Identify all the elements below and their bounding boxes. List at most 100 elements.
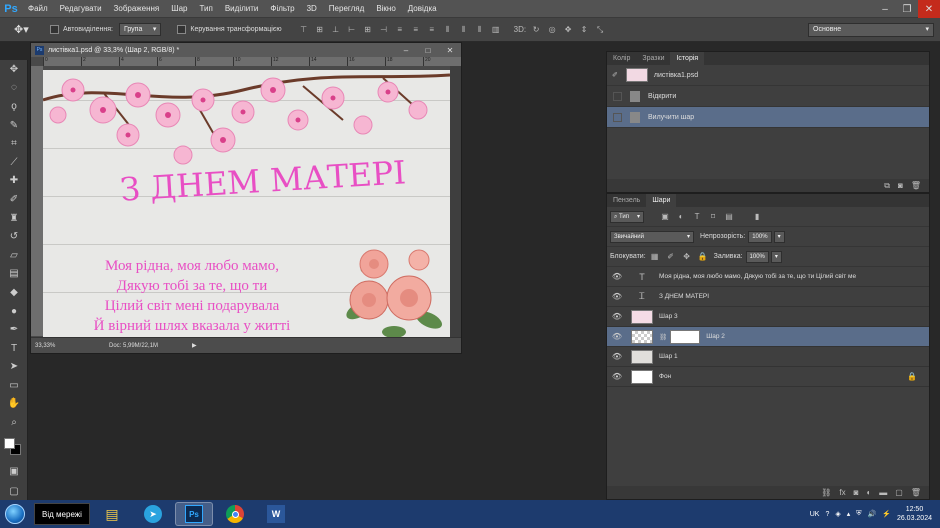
- menu-select[interactable]: Виділити: [219, 0, 265, 18]
- status-menu-arrow-icon[interactable]: ▶: [192, 342, 197, 349]
- volume-icon[interactable]: 🔊: [868, 510, 877, 518]
- history-brush-tool-icon[interactable]: ↺: [0, 227, 28, 246]
- new-group-icon[interactable]: ▬: [879, 488, 887, 497]
- layer-row[interactable]: 👁 ⛓ Шар 2: [607, 327, 929, 347]
- vertical-ruler[interactable]: [31, 66, 43, 336]
- delete-layer-icon[interactable]: 🗑: [911, 488, 921, 497]
- history-item[interactable]: Вилучити шар: [607, 107, 929, 128]
- history-item[interactable]: Відкрити: [607, 86, 929, 107]
- dodge-tool-icon[interactable]: ●: [0, 302, 28, 321]
- blur-tool-icon[interactable]: ◆: [0, 283, 28, 302]
- distribute-right-icon[interactable]: ⦀: [474, 24, 486, 36]
- add-mask-icon[interactable]: ◙: [854, 488, 859, 497]
- auto-select-checkbox[interactable]: [50, 25, 59, 34]
- help-icon[interactable]: ?: [825, 511, 829, 518]
- visibility-eye-icon[interactable]: 👁: [607, 292, 627, 301]
- marquee-tool-icon[interactable]: ◌: [0, 79, 28, 98]
- chevron-up-icon[interactable]: ▴: [847, 510, 851, 518]
- align-bottom-icon[interactable]: ⊥: [330, 24, 342, 36]
- type-tool-icon[interactable]: T: [0, 339, 28, 358]
- auto-select-dropdown[interactable]: Група: [118, 23, 162, 36]
- menu-filter[interactable]: Фільтр: [264, 0, 300, 18]
- maximize-icon[interactable]: ❐: [896, 0, 918, 18]
- visibility-eye-icon[interactable]: 👁: [607, 352, 627, 361]
- auto-align-icon[interactable]: ▥: [490, 24, 502, 36]
- lock-image-icon[interactable]: ✐: [666, 252, 676, 262]
- 3d-pan-icon[interactable]: ✥: [562, 24, 574, 36]
- distribute-hcenter-icon[interactable]: ⦀: [458, 24, 470, 36]
- new-layer-icon[interactable]: ▢: [895, 488, 903, 497]
- screen-mode-icon[interactable]: ▢: [0, 482, 28, 501]
- close-icon[interactable]: ✕: [918, 0, 940, 18]
- visibility-eye-icon[interactable]: 👁: [607, 372, 627, 381]
- distribute-bottom-icon[interactable]: ≡: [426, 24, 438, 36]
- network-icon[interactable]: ◈: [835, 510, 840, 518]
- word-icon[interactable]: W: [257, 502, 295, 526]
- new-document-from-state-icon[interactable]: ⧉: [884, 181, 890, 191]
- shield-icon[interactable]: ⛨: [856, 510, 861, 518]
- document-tab[interactable]: Ps листівка1.psd @ 33,3% (Шар 2, RGB/8) …: [31, 43, 461, 57]
- create-snapshot-icon[interactable]: ◙: [898, 181, 903, 190]
- layer-row[interactable]: 👁 Ꮖ З ДНЕМ МАТЕРІ: [607, 287, 929, 307]
- menu-view[interactable]: Перегляд: [323, 0, 371, 18]
- path-select-tool-icon[interactable]: ➤: [0, 358, 28, 377]
- clock[interactable]: 12:50 26.03.2024: [897, 505, 932, 523]
- photoshop-taskbar-icon[interactable]: Ps: [175, 502, 213, 526]
- pen-tool-icon[interactable]: ✒: [0, 320, 28, 339]
- distribute-vcenter-icon[interactable]: ≡: [410, 24, 422, 36]
- eyedropper-tool-icon[interactable]: ⟋: [0, 153, 28, 172]
- menu-help[interactable]: Довідка: [402, 0, 443, 18]
- crop-tool-icon[interactable]: ⌗: [0, 134, 28, 153]
- adjustment-layer-icon[interactable]: ◐: [866, 488, 871, 497]
- menu-3d[interactable]: 3D: [301, 0, 323, 18]
- layer-mask-thumbnail[interactable]: [670, 329, 701, 344]
- tab-color[interactable]: Колір: [607, 52, 636, 65]
- power-icon[interactable]: ⚡: [882, 510, 891, 518]
- filter-type-icon[interactable]: T: [692, 212, 702, 222]
- link-layers-icon[interactable]: ⛓: [821, 488, 831, 497]
- tab-history[interactable]: Історія: [670, 52, 705, 65]
- filter-shape-icon[interactable]: ⌑: [708, 212, 718, 222]
- menu-edit[interactable]: Редагувати: [54, 0, 108, 18]
- visibility-eye-icon[interactable]: 👁: [607, 272, 627, 281]
- doc-close-icon[interactable]: ✕: [439, 43, 461, 57]
- fill-slider-icon[interactable]: ▾: [770, 250, 782, 263]
- gradient-tool-icon[interactable]: ▤: [0, 265, 28, 284]
- layer-row[interactable]: 👁 Фон 🔒: [607, 367, 929, 387]
- zoom-level[interactable]: 33,33%: [31, 343, 71, 349]
- telegram-icon[interactable]: ➤: [134, 502, 172, 526]
- layer-row[interactable]: 👁 Шар 1: [607, 347, 929, 367]
- filter-smart-object-icon[interactable]: ▤: [724, 212, 734, 222]
- 3d-roll-icon[interactable]: ◎: [546, 24, 558, 36]
- 3d-slide-icon[interactable]: ⇕: [578, 24, 590, 36]
- doc-minimize-icon[interactable]: –: [395, 43, 417, 57]
- distribute-left-icon[interactable]: ⦀: [442, 24, 454, 36]
- transform-controls-checkbox[interactable]: [177, 25, 187, 34]
- menu-window[interactable]: Вікно: [370, 0, 401, 18]
- file-explorer-icon[interactable]: ▤: [93, 502, 131, 526]
- mask-link-icon[interactable]: ⛓: [659, 333, 667, 341]
- healing-brush-tool-icon[interactable]: ✚: [0, 172, 28, 191]
- blend-mode-dropdown[interactable]: Звичайний: [610, 230, 694, 243]
- distribute-top-icon[interactable]: ≡: [394, 24, 406, 36]
- image-canvas[interactable]: З ДНЕМ МАТЕРІ Моя рідна, моя любо мамо, …: [43, 70, 450, 337]
- zoom-tool-icon[interactable]: ⌕: [0, 413, 28, 432]
- layer-filter-dropdown[interactable]: ⌕ Тип: [610, 210, 645, 223]
- workspace-dropdown[interactable]: Основне: [808, 23, 934, 37]
- tab-brush[interactable]: Пензель: [607, 194, 646, 207]
- eraser-tool-icon[interactable]: ▱: [0, 246, 28, 265]
- layer-row[interactable]: 👁 Шар 3: [607, 307, 929, 327]
- history-snapshot[interactable]: ✐ листівка1.psd: [607, 65, 929, 86]
- align-hcenter-icon[interactable]: ⊞: [362, 24, 374, 36]
- visibility-eye-icon[interactable]: 👁: [607, 332, 627, 341]
- history-source-checkbox[interactable]: [613, 91, 622, 101]
- start-button[interactable]: [0, 500, 30, 528]
- layer-row[interactable]: 👁 T Моя рідна, моя любо мамо, Дякую тобі…: [607, 267, 929, 287]
- brush-tool-icon[interactable]: ✐: [0, 190, 28, 209]
- network-status-button[interactable]: Від мережі: [34, 503, 90, 525]
- menu-layer[interactable]: Шар: [165, 0, 193, 18]
- quick-mask-icon[interactable]: ▣: [0, 462, 28, 481]
- doc-maximize-icon[interactable]: □: [417, 43, 439, 57]
- delete-state-icon[interactable]: 🗑: [911, 181, 921, 190]
- chrome-icon[interactable]: [216, 502, 254, 526]
